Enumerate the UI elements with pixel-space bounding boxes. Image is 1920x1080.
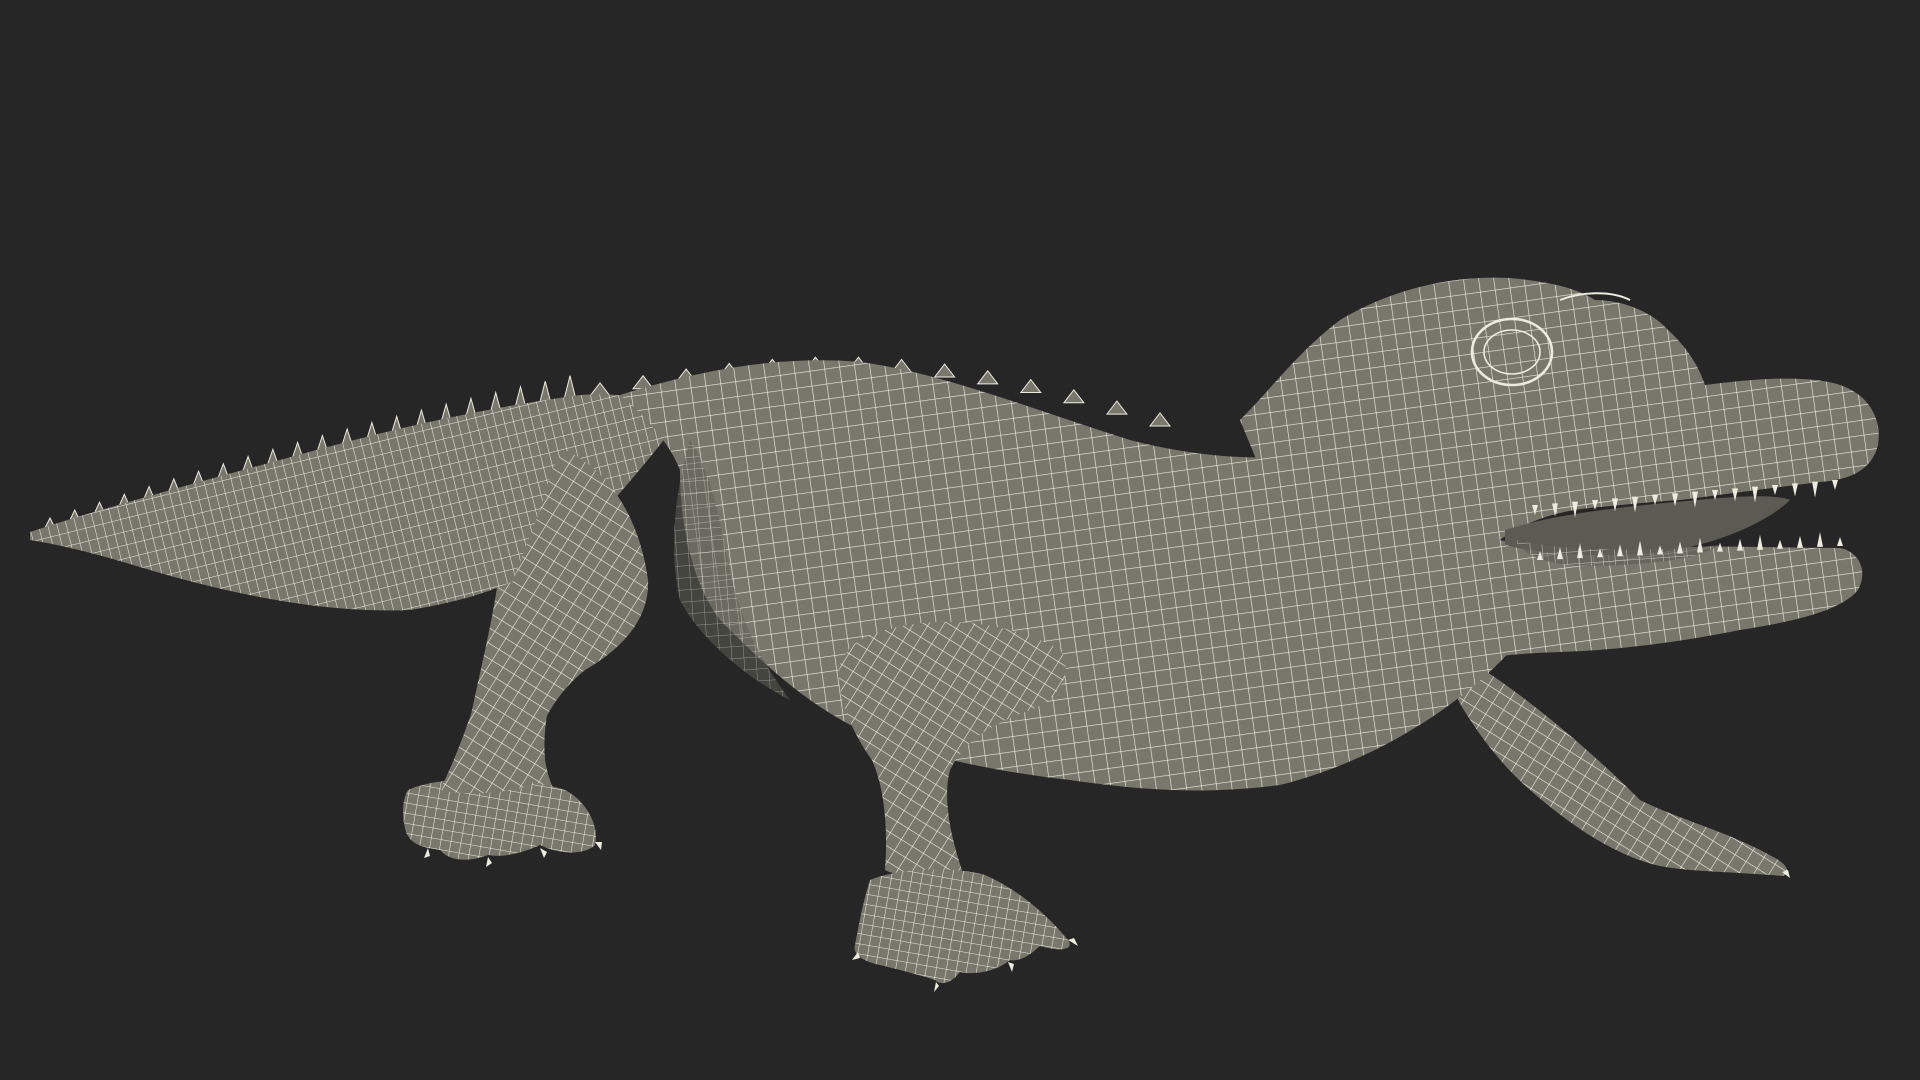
front-leg-near [839,621,1070,984]
head [1240,277,1879,700]
crocodile-wireframe-render [30,277,1879,992]
claws [424,842,1790,992]
render-viewport [0,0,1920,1080]
front-leg-far [1458,655,1788,876]
